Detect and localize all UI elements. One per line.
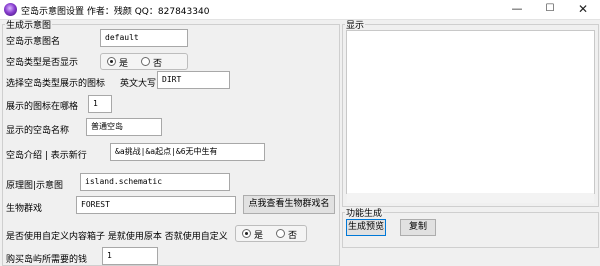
icon-slot-input[interactable]: 1 — [88, 95, 112, 113]
custom-box-label: 是否使用自定义内容箱子 是就使用原本 否就使用自定义 — [6, 232, 228, 242]
price-input[interactable]: 1 — [102, 247, 158, 265]
intro-input[interactable]: &a挑战|&a起点|&6无中生有 — [110, 143, 265, 161]
generate-preview-button[interactable]: 生成预览 — [346, 219, 386, 236]
display-horizontal-scrollbar[interactable] — [347, 193, 594, 203]
custom-box-yes-radio[interactable] — [242, 229, 251, 238]
island-name-label: 显示的空岛名称 — [6, 126, 70, 136]
icon-slot-label: 展示的图标在哪格 — [6, 102, 79, 112]
function-group-title: 功能生成 — [346, 209, 383, 219]
app-logo-icon — [4, 3, 17, 16]
custom-box-yes-label: 是 — [254, 231, 264, 241]
minimize-button[interactable]: — — [500, 0, 534, 19]
custom-box-no-label: 否 — [288, 231, 298, 241]
intro-label: 空岛介绍 | 表示新行 — [6, 151, 87, 161]
view-biome-names-button[interactable]: 点我查看生物群戏名 — [243, 195, 335, 214]
custom-box-no-radio[interactable] — [276, 229, 285, 238]
type-display-no-label: 否 — [153, 59, 163, 69]
price-label: 购买岛屿所需要的钱 — [6, 255, 88, 265]
biome-label: 生物群戏 — [6, 204, 43, 214]
type-display-yes-label: 是 — [119, 59, 129, 69]
map-name-label: 空岛示意图名 — [6, 37, 61, 47]
island-name-input[interactable]: 普通空岛 — [86, 118, 162, 136]
type-display-no-radio[interactable] — [141, 57, 150, 66]
biome-input[interactable]: FOREST — [76, 196, 236, 214]
map-name-input[interactable]: default — [100, 29, 188, 47]
generate-map-group-title: 生成示意图 — [6, 21, 52, 31]
icon-input[interactable]: DIRT — [157, 71, 230, 89]
copy-button[interactable]: 复制 — [400, 219, 436, 236]
type-display-yes-radio[interactable] — [107, 57, 116, 66]
type-display-radio-group: 是 否 — [100, 53, 188, 70]
icon-label: 选择空岛类型展示的图标 — [6, 79, 106, 89]
custom-box-radio-group: 是 否 — [235, 225, 307, 242]
schematic-label: 原理图|示意图 — [6, 181, 64, 191]
title-bar: 空岛示意图设置 作者：残颜 QQ：827843340 — ☐ ✕ — [0, 0, 600, 20]
maximize-button[interactable]: ☐ — [533, 0, 567, 19]
schematic-input[interactable]: island.schematic — [80, 173, 230, 191]
display-output-area[interactable] — [346, 30, 595, 194]
type-display-label: 空岛类型是否显示 — [6, 58, 79, 68]
window-title: 空岛示意图设置 作者：残颜 QQ：827843340 — [21, 7, 210, 17]
icon-sublabel: 英文大写 — [120, 79, 157, 89]
close-button[interactable]: ✕ — [566, 0, 600, 19]
